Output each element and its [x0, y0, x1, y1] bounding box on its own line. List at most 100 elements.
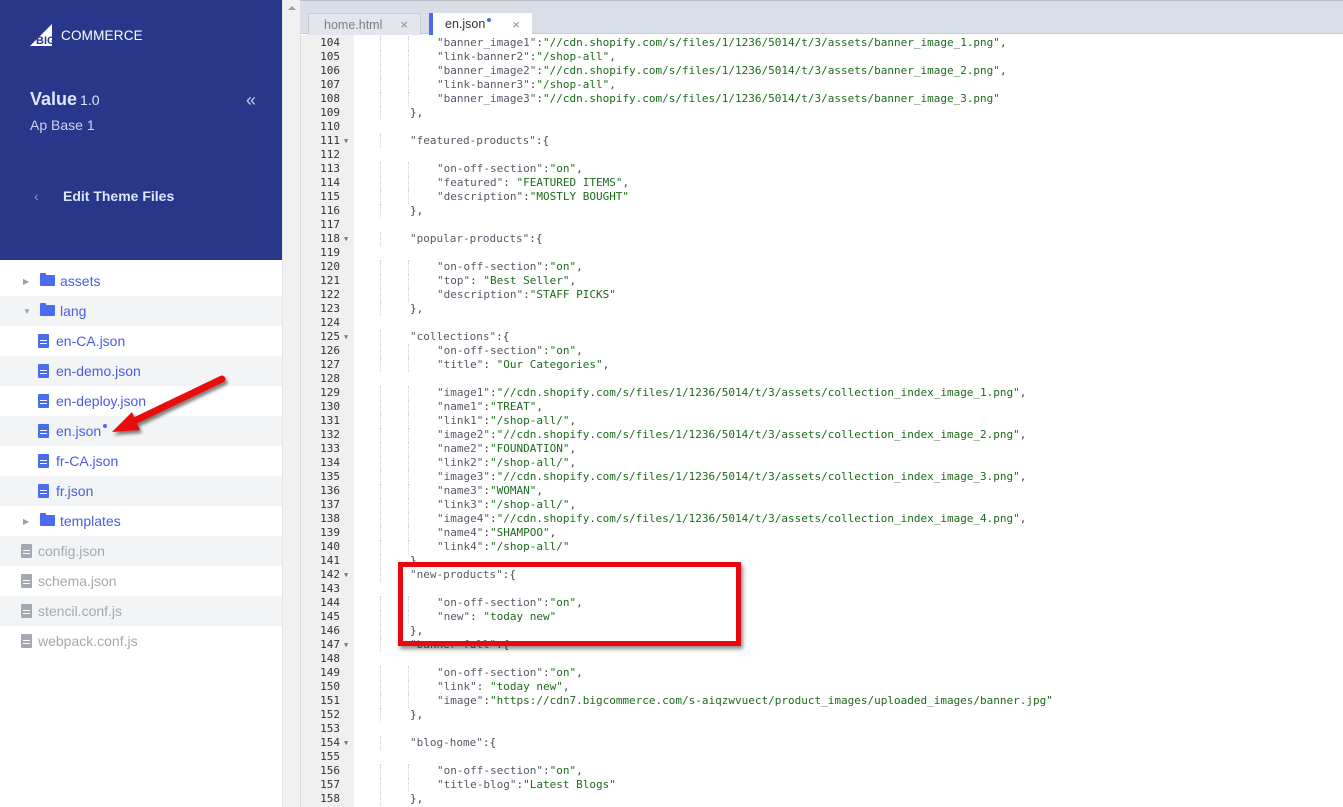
code-line[interactable]: 122 "description":"STAFF PICKS" [300, 288, 1343, 302]
code-line[interactable]: 150 "link": "today new", [300, 680, 1343, 694]
tree-file-fr-ca-json[interactable]: fr-CA.json [0, 446, 282, 476]
code-line[interactable]: 125 ▼ "collections":{ [300, 330, 1343, 344]
code-line[interactable]: 131 "link1":"/shop-all/", [300, 414, 1343, 428]
caret-down-icon[interactable]: ▼ [23, 307, 31, 316]
code-line[interactable]: 112 [300, 148, 1343, 162]
code-line[interactable]: 124 [300, 316, 1343, 330]
tree-item-label: en-deploy.json [56, 393, 147, 409]
code-line[interactable]: 106 "banner_image2":"//cdn.shopify.com/s/… [300, 64, 1343, 78]
code-line[interactable]: 127 "title": "Our Categories", [300, 358, 1343, 372]
code-line[interactable]: 109}, [300, 106, 1343, 120]
code-line[interactable]: 141}, [300, 554, 1343, 568]
code-line[interactable]: 130 "name1":"TREAT", [300, 400, 1343, 414]
code-line[interactable]: 137 "link3":"/shop-all/", [300, 498, 1343, 512]
code-text: "description":"STAFF PICKS" [437, 288, 616, 301]
tree-folder-templates[interactable]: ▶ templates [0, 506, 282, 536]
scroll-up-arrow-icon[interactable] [288, 6, 296, 10]
line-number: 151 [320, 694, 340, 707]
code-line[interactable]: 121 "top": "Best Seller", [300, 274, 1343, 288]
code-line[interactable]: 118 ▼ "popular-products":{ [300, 232, 1343, 246]
line-number: 152 [320, 708, 340, 721]
tree-file-en-ca-json[interactable]: en-CA.json [0, 326, 282, 356]
code-line[interactable]: 104 "banner_image1":"//cdn.shopify.com/s/… [300, 36, 1343, 50]
code-line[interactable]: 111 ▼ "featured-products":{ [300, 134, 1343, 148]
tree-file-fr-json[interactable]: fr.json [0, 476, 282, 506]
indent-guide [380, 400, 381, 414]
code-line[interactable]: 155 [300, 750, 1343, 764]
code-line[interactable]: 156 "on-off-section":"on", [300, 764, 1343, 778]
tree-folder-lang[interactable]: ▼ lang [0, 296, 282, 326]
code-line[interactable]: 115 "description":"MOSTLY BOUGHT" [300, 190, 1343, 204]
code-line[interactable]: 135 "image3":"//cdn.shopify.com/s/files/1… [300, 470, 1343, 484]
code-line[interactable]: 157 "title-blog":"Latest Blogs" [300, 778, 1343, 792]
edit-theme-files-title[interactable]: Edit Theme Files [63, 188, 174, 204]
code-line[interactable]: 149 "on-off-section":"on", [300, 666, 1343, 680]
fold-toggle-icon[interactable]: ▼ [344, 232, 348, 246]
code-line[interactable]: 158}, [300, 792, 1343, 806]
theme-version: 1.0 [80, 92, 100, 108]
fold-toggle-icon[interactable]: ▼ [344, 568, 348, 582]
code-line[interactable]: 140 "link4":"/shop-all/" [300, 540, 1343, 554]
code-line[interactable]: 147 ▼ "banner-full":{ [300, 638, 1343, 652]
tree-file-webpack-conf-js[interactable]: webpack.conf.js [0, 626, 282, 656]
code-line[interactable]: 148 [300, 652, 1343, 666]
code-line[interactable]: 143 [300, 582, 1343, 596]
code-line[interactable]: 132 "image2":"//cdn.shopify.com/s/files/1… [300, 428, 1343, 442]
code-line[interactable]: 142 ▼ "new-products":{ [300, 568, 1343, 582]
code-line[interactable]: 134 "link2":"/shop-all/", [300, 456, 1343, 470]
code-line[interactable]: 110 [300, 120, 1343, 134]
fold-toggle-icon[interactable]: ▼ [344, 330, 348, 344]
code-line[interactable]: 144 "on-off-section":"on", [300, 596, 1343, 610]
tree-file-config-json[interactable]: config.json [0, 536, 282, 566]
fold-toggle-icon[interactable]: ▼ [344, 638, 348, 652]
code-line[interactable]: 133 "name2":"FOUNDATION", [300, 442, 1343, 456]
tree-file-en-json[interactable]: en.json [0, 416, 282, 446]
line-number: 117 [320, 218, 340, 231]
tab-home-html[interactable]: home.html × [308, 13, 421, 35]
code-line[interactable]: 105 "link-banner2":"/shop-all", [300, 50, 1343, 64]
tree-file-schema-json[interactable]: schema.json [0, 566, 282, 596]
code-line[interactable]: 113 "on-off-section":"on", [300, 162, 1343, 176]
code-line[interactable]: 152}, [300, 708, 1343, 722]
close-icon[interactable]: × [512, 17, 520, 32]
code-line[interactable]: 146}, [300, 624, 1343, 638]
collapse-sidebar-icon[interactable]: « [246, 90, 256, 111]
code-line[interactable]: 126 "on-off-section":"on", [300, 344, 1343, 358]
tree-file-en-demo-json[interactable]: en-demo.json [0, 356, 282, 386]
indent-guide [408, 540, 409, 554]
code-line[interactable]: 107 "link-banner3":"/shop-all", [300, 78, 1343, 92]
code-line[interactable]: 108 "banner_image3":"//cdn.shopify.com/s/… [300, 92, 1343, 106]
code-line[interactable]: 145 "new": "today new" [300, 610, 1343, 624]
code-line[interactable]: 151 "image":"https://cdn7.bigcommerce.com… [300, 694, 1343, 708]
back-chevron-icon[interactable]: ‹ [34, 188, 39, 204]
tree-folder-assets[interactable]: ▶ assets [0, 266, 282, 296]
tree-file-stencil-conf-js[interactable]: stencil.conf.js [0, 596, 282, 626]
code-line[interactable]: 119 [300, 246, 1343, 260]
code-line[interactable]: 136 "name3":"WOMAN", [300, 484, 1343, 498]
indent-guide [380, 64, 381, 78]
code-line[interactable]: 123}, [300, 302, 1343, 316]
fold-toggle-icon[interactable]: ▼ [344, 134, 348, 148]
caret-right-icon[interactable]: ▶ [23, 277, 29, 286]
code-line[interactable]: 116}, [300, 204, 1343, 218]
sidebar-scrollbar[interactable] [282, 0, 300, 807]
indent-guide [408, 596, 409, 610]
code-line[interactable]: 138 "image4":"//cdn.shopify.com/s/files/1… [300, 512, 1343, 526]
indent-guide [380, 470, 381, 484]
close-icon[interactable]: × [400, 17, 408, 32]
indent-guide [408, 470, 409, 484]
fold-toggle-icon[interactable]: ▼ [344, 736, 348, 750]
code-line[interactable]: 153 [300, 722, 1343, 736]
code-line[interactable]: 154 ▼ "blog-home":{ [300, 736, 1343, 750]
tab-en-json[interactable]: en.json × [429, 13, 532, 35]
code-line[interactable]: 120 "on-off-section":"on", [300, 260, 1343, 274]
code-line[interactable]: 129 "image1":"//cdn.shopify.com/s/files/1… [300, 386, 1343, 400]
code-line[interactable]: 117 [300, 218, 1343, 232]
line-number: 145 [320, 610, 340, 623]
code-line[interactable]: 114 "featured": "FEATURED ITEMS", [300, 176, 1343, 190]
code-line[interactable]: 128 [300, 372, 1343, 386]
code-area[interactable]: 104 "banner_image1":"//cdn.shopify.com/s/… [300, 36, 1343, 806]
caret-right-icon[interactable]: ▶ [23, 517, 29, 526]
tree-file-en-deploy-json[interactable]: en-deploy.json [0, 386, 282, 416]
code-line[interactable]: 139 "name4":"SHAMPOO", [300, 526, 1343, 540]
